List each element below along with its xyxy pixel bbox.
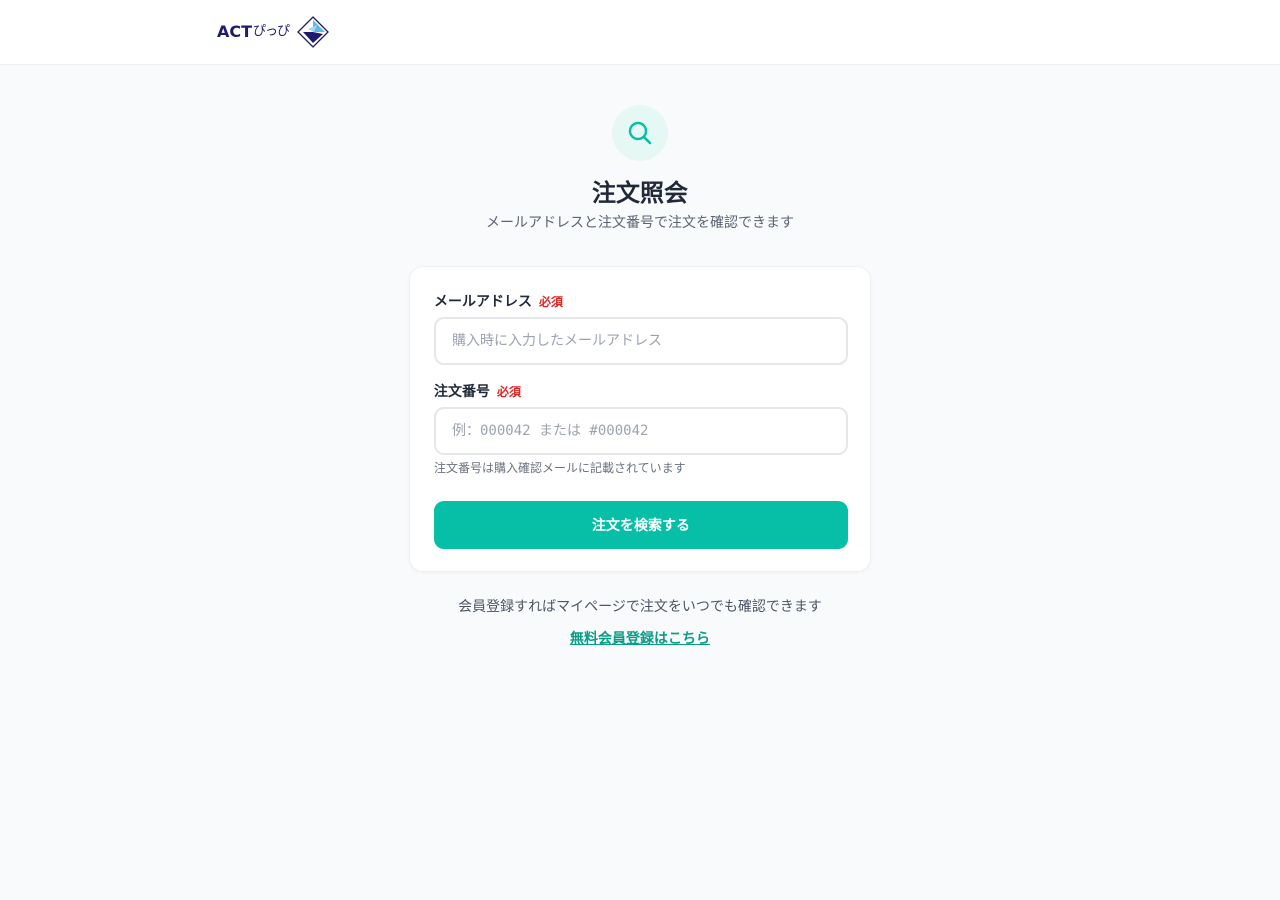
- page-subtitle: メールアドレスと注文番号で注文を確認できます: [486, 215, 794, 231]
- site-logo[interactable]: ACT ぴっぴ: [217, 16, 329, 48]
- order-lookup-form: メールアドレス 必須 注文番号 必須 注文番号は購入確認メールに記載されています…: [409, 266, 871, 572]
- search-order-button[interactable]: 注文を検索する: [434, 501, 848, 549]
- page-title: 注文照会: [592, 179, 688, 207]
- paper-plane-mark-icon: [297, 16, 329, 48]
- required-badge: 必須: [497, 384, 522, 399]
- free-register-link[interactable]: 無料会員登録はこちら: [570, 631, 710, 647]
- email-field[interactable]: [434, 317, 848, 365]
- logo-kana: ぴっぴ: [253, 24, 290, 39]
- required-badge: 必須: [539, 294, 564, 309]
- email-label-text: メールアドレス: [434, 294, 532, 310]
- email-field-label: メールアドレス 必須: [434, 291, 563, 311]
- register-link-wrapper: 無料会員登録はこちら: [0, 628, 1280, 649]
- order-number-field-label: 注文番号 必須: [434, 381, 521, 401]
- order-number-help-text: 注文番号は購入確認メールに記載されています: [434, 461, 686, 475]
- member-signup-note: 会員登録すればマイページで注文をいつでも確認できます: [458, 599, 822, 615]
- logo-text: ACT: [217, 22, 253, 41]
- order-number-field[interactable]: [434, 407, 848, 455]
- search-icon: [628, 121, 652, 145]
- search-badge: [612, 105, 668, 161]
- site-header: ACT ぴっぴ: [0, 0, 1280, 65]
- order-number-label-text: 注文番号: [434, 384, 490, 400]
